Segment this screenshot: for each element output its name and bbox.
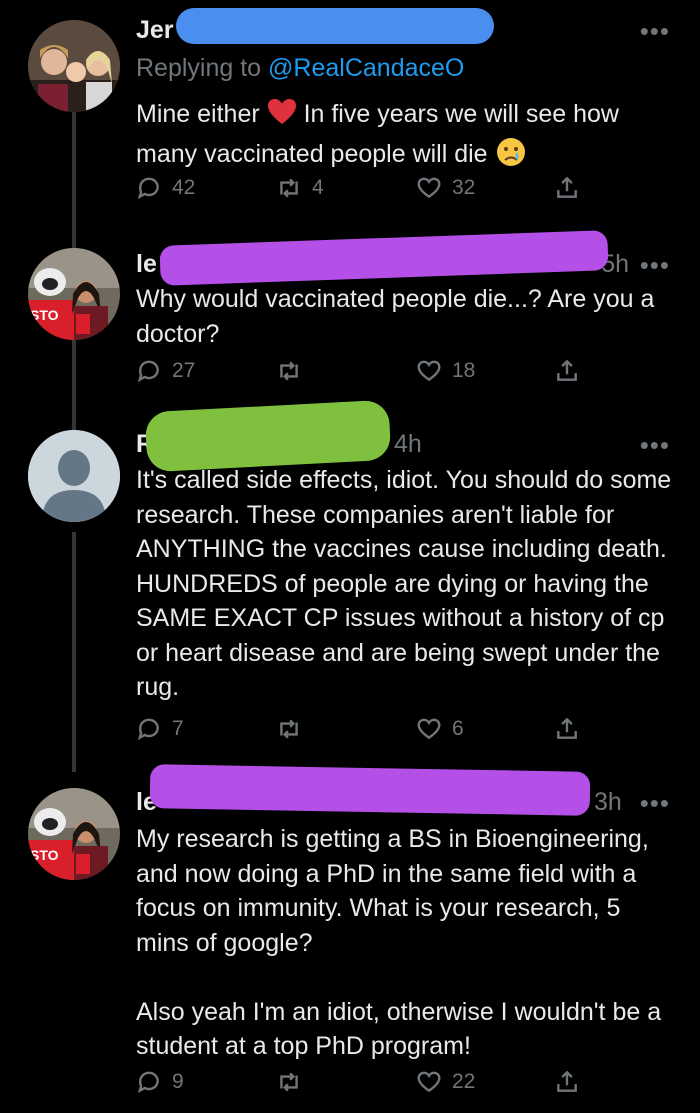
action-bar: 42 4 32 bbox=[136, 175, 596, 215]
reply-count: 9 bbox=[172, 1070, 184, 1093]
share-button[interactable] bbox=[554, 716, 580, 742]
like-button[interactable]: 32 bbox=[416, 175, 475, 201]
reply-icon bbox=[137, 718, 159, 741]
more-icon[interactable]: ••• bbox=[640, 430, 670, 461]
like-count: 22 bbox=[452, 1070, 476, 1093]
replying-to: Replying to @RealCandaceO bbox=[136, 54, 464, 83]
mention-link[interactable]: @RealCandaceO bbox=[268, 54, 464, 82]
like-button[interactable]: 18 bbox=[416, 358, 475, 384]
avatar[interactable]: STO bbox=[28, 248, 120, 340]
reply-button[interactable]: 9 bbox=[136, 1069, 184, 1095]
heart-icon bbox=[417, 1071, 441, 1093]
reply-icon bbox=[137, 177, 159, 200]
action-bar: 27 18 bbox=[136, 358, 596, 398]
tweet-text: Why would vaccinated people die...? Are … bbox=[136, 285, 662, 348]
more-icon[interactable]: ••• bbox=[640, 250, 670, 281]
like-count: 18 bbox=[452, 359, 476, 382]
retweet-count: 4 bbox=[312, 176, 324, 199]
tweet-4[interactable]: STO le ... 3h ••• My research is getting… bbox=[0, 764, 700, 1113]
like-count: 32 bbox=[452, 176, 476, 199]
reply-icon bbox=[137, 1071, 159, 1094]
tweet-3[interactable]: R 4h ••• It's called side effects, idiot… bbox=[0, 399, 700, 772]
heart-icon bbox=[417, 360, 441, 382]
reply-count: 7 bbox=[172, 717, 184, 740]
avatar[interactable]: STO bbox=[28, 788, 120, 880]
svg-text:STO: STO bbox=[30, 307, 59, 323]
retweet-icon bbox=[280, 361, 298, 381]
crying-face-emoji-icon bbox=[495, 136, 527, 178]
like-count: 6 bbox=[452, 717, 464, 740]
reply-count: 42 bbox=[172, 176, 196, 199]
reply-button[interactable]: 27 bbox=[136, 358, 195, 384]
retweet-icon bbox=[280, 1072, 298, 1092]
reply-button[interactable]: 42 bbox=[136, 175, 195, 201]
replying-to-label: Replying to bbox=[136, 54, 262, 82]
share-icon bbox=[557, 717, 577, 739]
share-button[interactable] bbox=[554, 358, 580, 384]
heart-icon bbox=[417, 177, 441, 199]
more-icon[interactable]: ••• bbox=[640, 16, 670, 47]
share-button[interactable] bbox=[554, 1069, 580, 1095]
more-icon[interactable]: ••• bbox=[640, 788, 670, 819]
display-name[interactable]: le bbox=[136, 250, 157, 278]
share-icon bbox=[557, 1070, 577, 1092]
share-icon bbox=[557, 359, 577, 381]
retweet-button[interactable] bbox=[276, 358, 302, 384]
tweet-text: It's called side effects, idiot. You sho… bbox=[136, 466, 679, 701]
tweet-text-part: Mine either bbox=[136, 100, 260, 128]
reply-button[interactable]: 7 bbox=[136, 716, 184, 742]
like-button[interactable]: 22 bbox=[416, 1069, 475, 1095]
retweet-button[interactable] bbox=[276, 1069, 302, 1095]
redaction-mark bbox=[144, 399, 392, 473]
retweet-button[interactable]: 4 bbox=[276, 175, 324, 201]
display-name[interactable]: Jer bbox=[136, 16, 174, 44]
action-bar: 7 6 bbox=[136, 716, 596, 756]
retweet-icon bbox=[280, 719, 298, 739]
timestamp[interactable]: 4h bbox=[394, 430, 422, 459]
avatar[interactable] bbox=[28, 20, 120, 112]
share-icon bbox=[557, 176, 577, 198]
tweet-text: My research is getting a BS in Bioengine… bbox=[136, 825, 662, 1060]
tweet-1[interactable]: Jer ••• Replying to @RealCandaceO Mine e… bbox=[0, 0, 700, 230]
share-button[interactable] bbox=[554, 175, 580, 201]
retweet-button[interactable] bbox=[276, 716, 302, 742]
reply-icon bbox=[137, 360, 159, 383]
retweet-icon bbox=[280, 178, 298, 198]
tweet-text: Mine either In five years we will see ho… bbox=[136, 97, 676, 177]
heart-icon bbox=[417, 718, 441, 740]
redaction-mark bbox=[176, 8, 494, 44]
red-heart-emoji-icon bbox=[267, 98, 297, 136]
default-avatar-icon bbox=[28, 430, 120, 522]
tweet-2[interactable]: STO le e... · 5h ••• Why would vaccinate… bbox=[0, 230, 700, 412]
svg-text:STO: STO bbox=[30, 847, 59, 863]
like-button[interactable]: 6 bbox=[416, 716, 464, 742]
timestamp[interactable]: 3h bbox=[594, 788, 622, 817]
reply-count: 27 bbox=[172, 359, 196, 382]
redaction-mark bbox=[149, 764, 591, 816]
action-bar: 9 22 bbox=[136, 1069, 596, 1109]
default-avatar[interactable] bbox=[28, 430, 120, 522]
